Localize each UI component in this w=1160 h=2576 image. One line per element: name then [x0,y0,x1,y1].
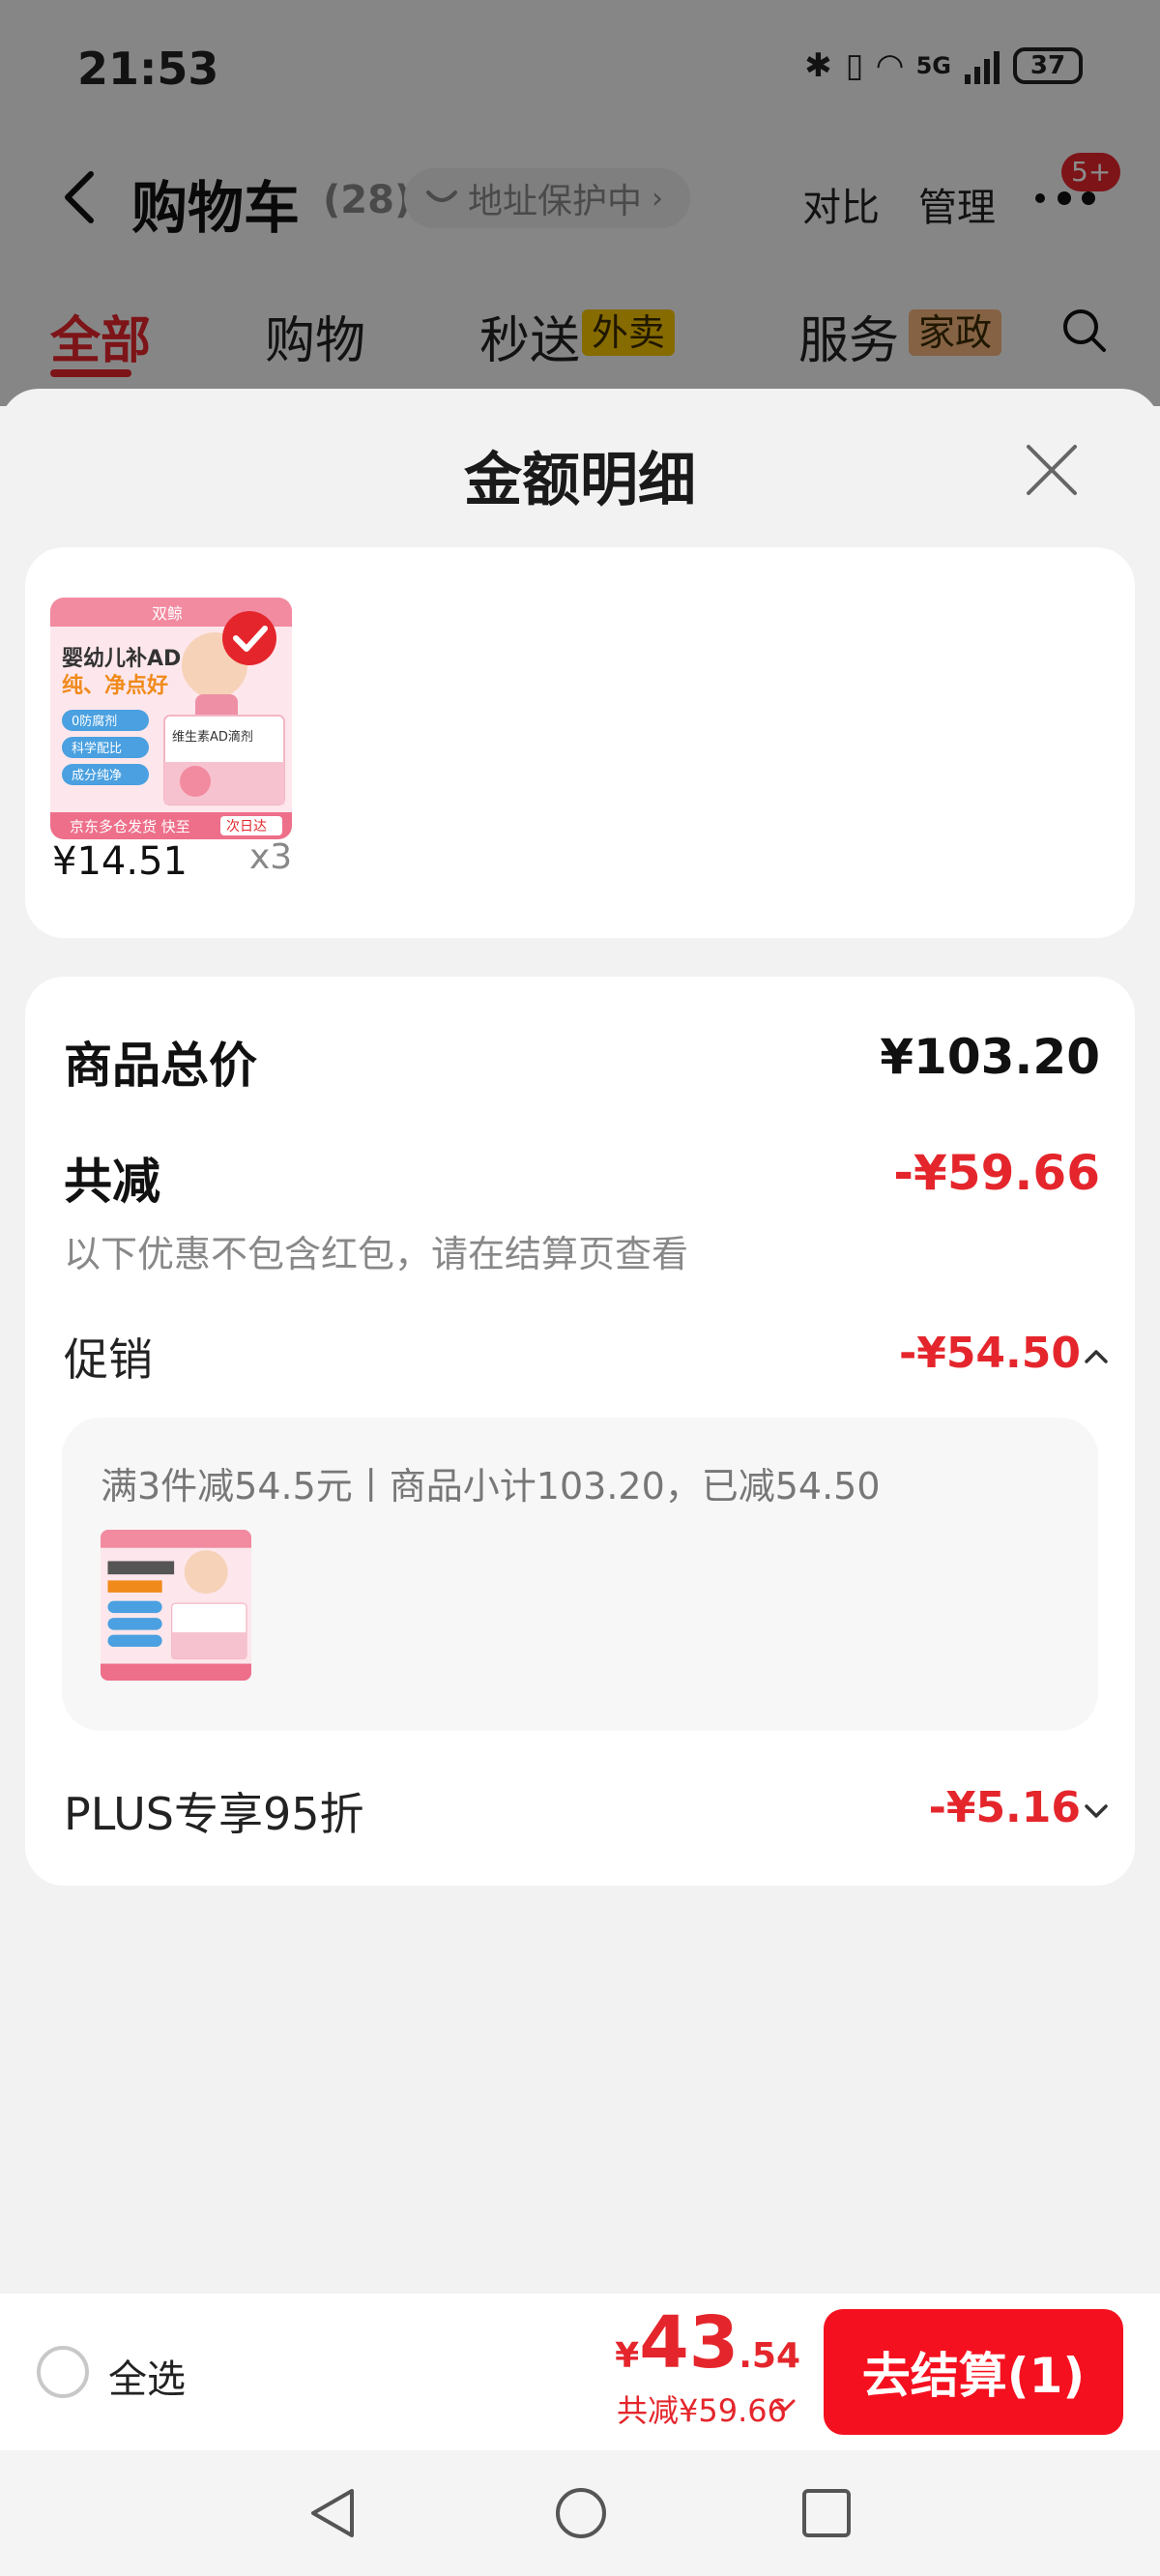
nav-recents-icon[interactable] [797,2483,856,2543]
total-amount: ¥43.54 [615,2301,800,2385]
checkout-bar: 全选 ¥43.54 共减¥59.66 去结算(1) [0,2294,1160,2450]
nav-home-icon[interactable] [551,2483,611,2543]
promo-description: 满3件减54.5元丨商品小计103.20，已减54.50 [101,1465,881,1508]
product-brand: 双鲸 [152,604,183,623]
reduce-value: -¥59.66 [893,1145,1100,1201]
select-all-label[interactable]: 全选 [108,2348,186,2404]
product-headline: 婴幼儿补AD [62,646,181,671]
product-pack-label: 维生素AD滴剂 [172,729,253,745]
price-detail-card: 商品总价 ¥103.20 共减 -¥59.66 以下优惠不包含红包，请在结算页查… [25,977,1135,1886]
promo-label[interactable]: 促销 [64,1325,153,1389]
product-image-graphic: 双鲸 婴幼儿补AD 纯、净点好 0防腐剂 科学配比 成分纯净 维生素AD滴剂 京… [50,598,292,839]
product-footer: 京东多仓发货 快至 [70,818,190,835]
select-all-checkbox[interactable] [37,2346,89,2398]
chevron-down-icon[interactable] [1083,1800,1110,1820]
plus-discount-label[interactable]: PLUS专享95折 [64,1779,363,1843]
discount-note: 以下优惠不包含红包，请在结算页查看 [64,1233,689,1275]
total-decimal: .54 [739,2336,800,2376]
chevron-up-icon[interactable] [1083,1346,1110,1365]
checkout-button[interactable]: 去结算(1) [824,2309,1123,2435]
product-bullet-1: 0防腐剂 [72,714,117,729]
currency-symbol: ¥ [615,2336,640,2376]
reduce-label: 共减 [64,1154,160,1210]
product-footer-tag: 次日达 [226,819,267,834]
promo-product-graphic [101,1530,251,1681]
promo-detail-box: 满3件减54.5元丨商品小计103.20，已减54.50 [62,1418,1098,1731]
plus-discount-value[interactable]: -¥5.16 [929,1783,1081,1832]
product-price: ¥14.51 [52,839,188,884]
total-integer: 43 [639,2301,740,2385]
product-card: 双鲸 婴幼儿补AD 纯、净点好 0防腐剂 科学配比 成分纯净 维生素AD滴剂 京… [25,547,1135,938]
sheet-title: 金额明细 [464,447,696,514]
amount-detail-sheet: 金额明细 双鲸 婴幼儿补AD 纯、净点好 0防腐剂 科学配比 成分纯净 维生素A… [0,389,1160,2294]
total-price-label: 商品总价 [64,1038,257,1094]
nav-back-icon[interactable] [304,2483,363,2543]
system-navigation-bar [0,2450,1160,2576]
promo-value[interactable]: -¥54.50 [899,1329,1081,1378]
saved-amount[interactable]: 共减¥59.66 [617,2386,787,2431]
product-slogan: 纯、净点好 [62,673,168,698]
chevron-down-icon[interactable] [773,2398,797,2414]
product-image[interactable]: 双鲸 婴幼儿补AD 纯、净点好 0防腐剂 科学配比 成分纯净 维生素AD滴剂 京… [50,598,292,839]
product-bullet-2: 科学配比 [72,741,122,756]
product-qty: x3 [249,837,293,877]
close-icon[interactable] [1023,441,1081,499]
total-price-value: ¥103.20 [880,1029,1100,1085]
promo-product-thumbnail[interactable] [101,1530,251,1681]
product-bullet-3: 成分纯净 [72,769,122,783]
modal-overlay[interactable] [0,0,1160,406]
